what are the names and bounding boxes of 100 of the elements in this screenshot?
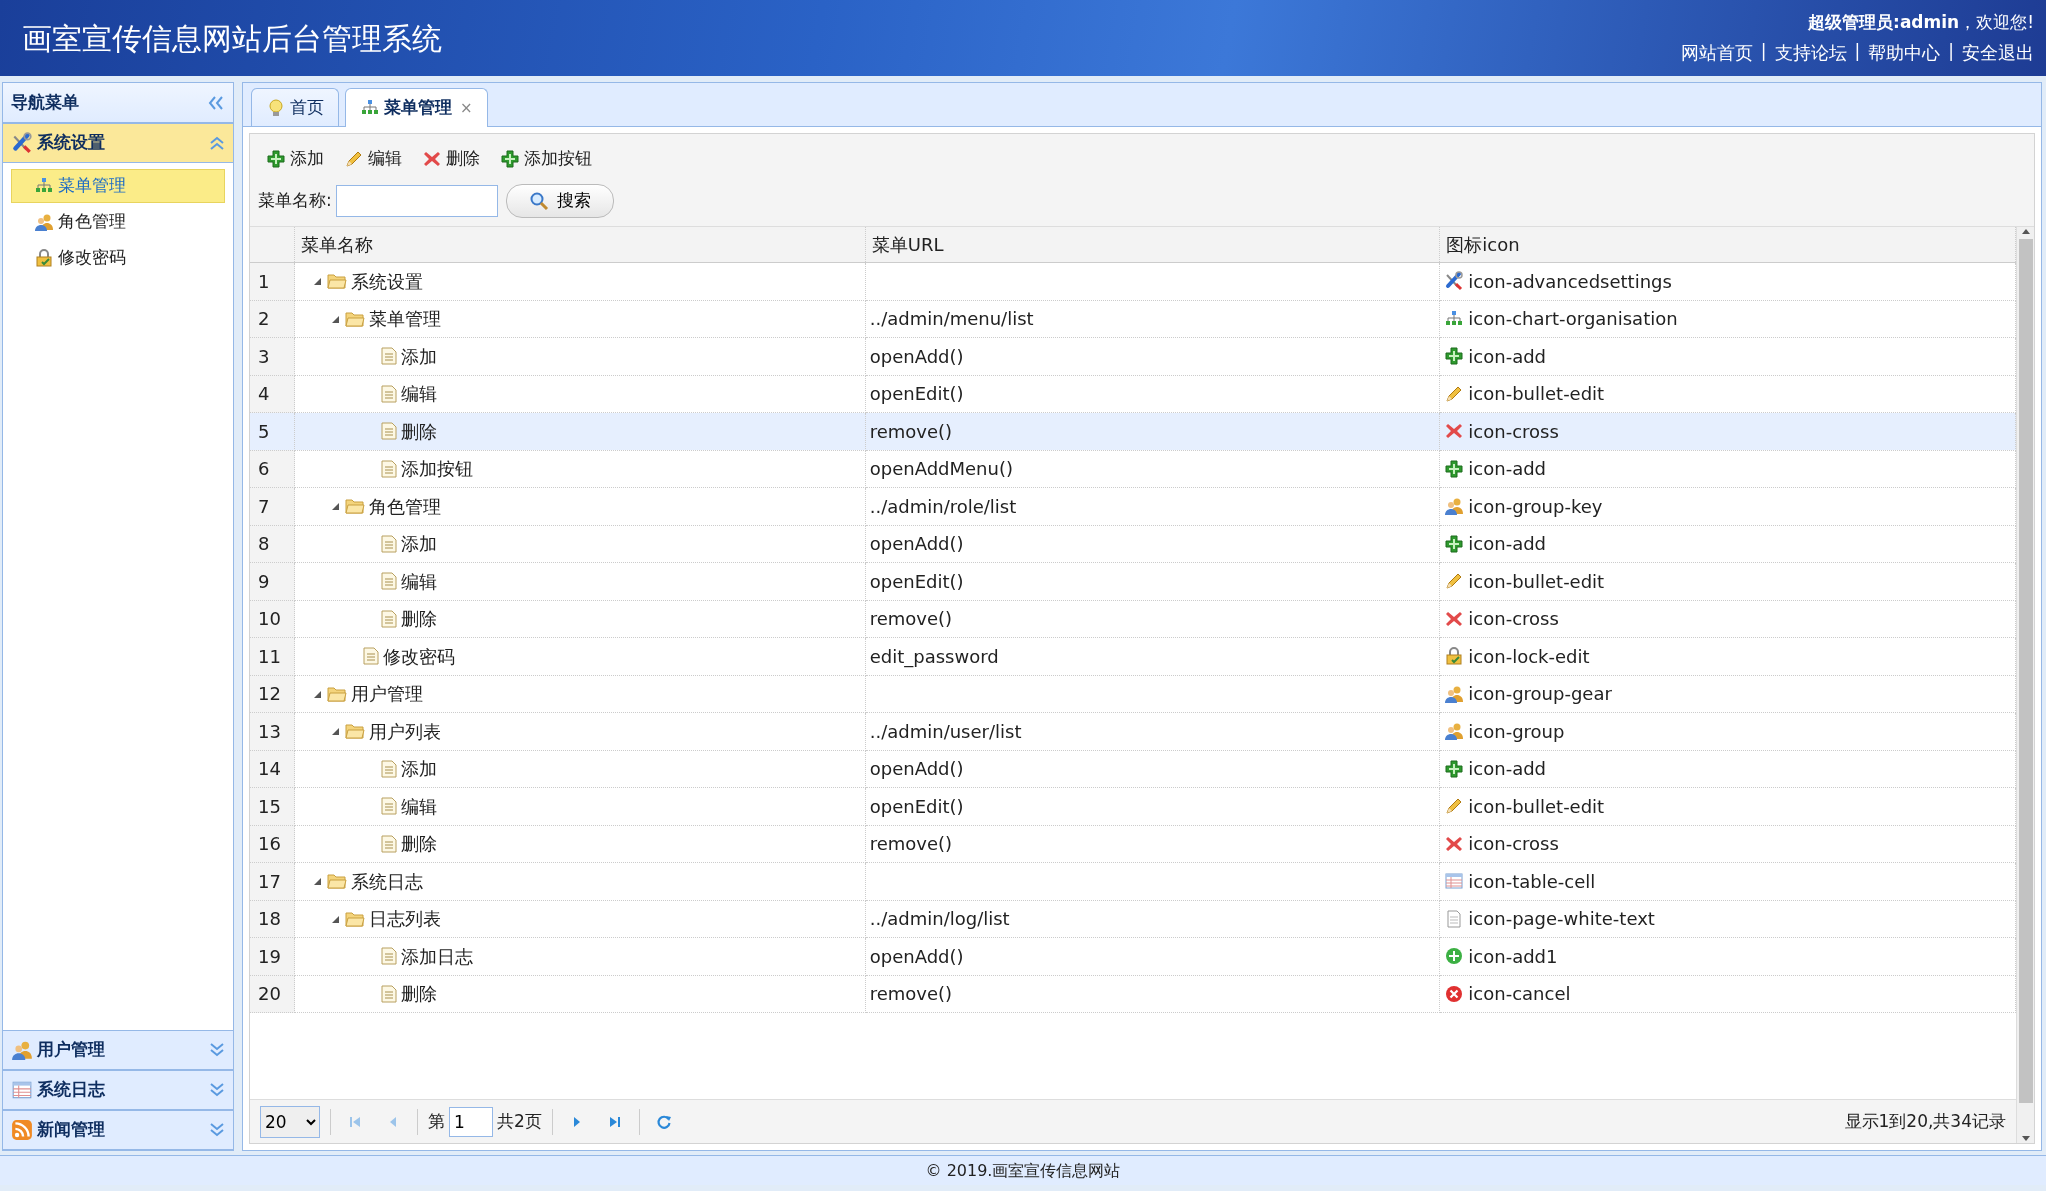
icon-name-text: icon-add bbox=[1468, 757, 1547, 782]
row-number: 13 bbox=[250, 712, 295, 750]
sidebar-item[interactable]: 角色管理 bbox=[11, 205, 225, 239]
header-link[interactable]: 支持论坛 bbox=[1774, 39, 1847, 67]
file-icon bbox=[381, 834, 398, 853]
row-number: 14 bbox=[250, 750, 295, 788]
tree-node[interactable]: 用户列表 bbox=[294, 712, 866, 750]
tree-node[interactable]: 编辑 bbox=[294, 787, 866, 825]
search-label: 菜单名称: bbox=[258, 188, 332, 212]
separator-text: | bbox=[1948, 40, 1954, 64]
row-number: 11 bbox=[250, 637, 295, 675]
toolbar-button[interactable]: 删除 bbox=[414, 142, 488, 176]
expand-icon[interactable] bbox=[209, 1082, 225, 1098]
separator-text: | bbox=[1760, 40, 1767, 64]
scroll-thumb[interactable] bbox=[2018, 238, 2033, 1103]
site-title: 画室宣传信息网站后台管理系统 bbox=[22, 19, 442, 58]
panel-title: 导航菜单 bbox=[11, 90, 79, 114]
row-number: 16 bbox=[250, 825, 295, 863]
accordion-header[interactable]: 用户管理 bbox=[3, 1030, 233, 1070]
tree-node[interactable]: 系统日志 bbox=[294, 862, 866, 900]
tree-node[interactable]: 添加 bbox=[294, 525, 866, 563]
expand-icon[interactable] bbox=[209, 1122, 225, 1138]
tree-node[interactable]: 编辑 bbox=[294, 375, 866, 413]
plus-icon bbox=[1444, 533, 1465, 554]
column-header[interactable]: 图标icon bbox=[1439, 226, 2016, 263]
sidebar-item[interactable]: 修改密码 bbox=[11, 241, 225, 275]
tab[interactable]: 菜单管理 × bbox=[345, 88, 488, 127]
accordion-header[interactable]: 系统日志 bbox=[3, 1070, 233, 1110]
icon-name-text: icon-add bbox=[1468, 532, 1547, 557]
plus-icon bbox=[500, 148, 520, 169]
icon-name-text: icon-group-key bbox=[1468, 494, 1603, 519]
folder-icon bbox=[327, 872, 348, 891]
file-icon bbox=[381, 534, 398, 553]
toolbar-button[interactable]: 添加 bbox=[258, 142, 332, 176]
accordion-header[interactable]: 新闻管理 bbox=[3, 1110, 233, 1150]
folder-icon bbox=[345, 909, 366, 928]
header-link[interactable]: 网站首页 bbox=[1680, 39, 1753, 67]
icon-name-text: icon-page-white-text bbox=[1468, 907, 1655, 932]
icon-name-text: icon-group-gear bbox=[1468, 682, 1612, 707]
expand-icon[interactable] bbox=[209, 1042, 225, 1058]
icon-name-text: icon-cross bbox=[1468, 607, 1559, 632]
row-number: 5 bbox=[250, 412, 295, 450]
scrollbar[interactable] bbox=[2016, 226, 2034, 1143]
url-cell: openAdd() bbox=[865, 937, 1440, 975]
tree-node[interactable]: 修改密码 bbox=[294, 637, 866, 675]
row-number: 18 bbox=[250, 900, 295, 938]
url-cell: edit_password bbox=[865, 637, 1440, 675]
tab[interactable]: 首页 bbox=[251, 88, 339, 126]
separator-text: | bbox=[1854, 40, 1861, 64]
url-cell: openAdd() bbox=[865, 337, 1440, 375]
toolbar-button[interactable]: 添加按钮 bbox=[492, 142, 600, 176]
icon-name-text: icon-lock-edit bbox=[1468, 644, 1590, 669]
file-icon bbox=[381, 572, 398, 591]
tree-node[interactable]: 删除 bbox=[294, 975, 866, 1013]
tree-node[interactable]: 删除 bbox=[294, 825, 866, 863]
tree-node[interactable]: 系统设置 bbox=[294, 262, 866, 300]
search-button[interactable]: 搜索 bbox=[505, 183, 614, 218]
header-link[interactable]: 安全退出 bbox=[1962, 39, 2034, 67]
row-number: 3 bbox=[250, 337, 295, 375]
tree-node[interactable]: 菜单管理 bbox=[294, 300, 866, 338]
file-icon bbox=[363, 647, 380, 666]
close-icon[interactable]: × bbox=[460, 96, 473, 120]
tree-node[interactable]: 角色管理 bbox=[294, 487, 866, 525]
page-size-select[interactable]: 20 bbox=[260, 1105, 320, 1138]
column-header[interactable]: 菜单URL bbox=[865, 226, 1440, 263]
page-number-field[interactable]: 1 bbox=[449, 1106, 493, 1137]
header-link[interactable]: 帮助中心 bbox=[1868, 39, 1941, 67]
url-cell: openAdd() bbox=[865, 750, 1440, 788]
sidebar-item[interactable]: 菜单管理 bbox=[11, 169, 225, 203]
tree-node[interactable]: 日志列表 bbox=[294, 900, 866, 938]
tree-node[interactable]: 删除 bbox=[294, 412, 866, 450]
row-number: 8 bbox=[250, 525, 295, 563]
file-icon bbox=[381, 609, 398, 628]
row-number: 2 bbox=[250, 300, 295, 338]
plus-icon bbox=[1444, 346, 1465, 367]
column-header[interactable]: 菜单名称 bbox=[294, 226, 866, 263]
accordion-header[interactable]: 系统设置 bbox=[3, 123, 233, 163]
icon-name-text: icon-chart-organisation bbox=[1468, 307, 1678, 332]
people-icon bbox=[34, 212, 54, 232]
tree-node[interactable]: 用户管理 bbox=[294, 675, 866, 713]
tree-node[interactable]: 删除 bbox=[294, 600, 866, 638]
scroll-down-icon[interactable] bbox=[2020, 1135, 2031, 1143]
tree-node[interactable]: 添加 bbox=[294, 337, 866, 375]
collapse-icon[interactable] bbox=[209, 135, 225, 151]
collapse-icon[interactable] bbox=[207, 94, 225, 111]
url-cell: ../admin/log/list bbox=[865, 900, 1440, 938]
icon-name-text: icon-bullet-edit bbox=[1468, 382, 1605, 407]
toolbar-button[interactable]: 编辑 bbox=[336, 142, 410, 176]
tree-node[interactable]: 添加 bbox=[294, 750, 866, 788]
tree-node[interactable]: 添加日志 bbox=[294, 937, 866, 975]
row-number: 19 bbox=[250, 937, 295, 975]
page-total-text: 共2页 bbox=[497, 1109, 542, 1133]
icon-name-text: icon-cross bbox=[1468, 419, 1559, 444]
tools-icon bbox=[1444, 271, 1465, 292]
search-field[interactable] bbox=[335, 184, 498, 217]
row-number: 12 bbox=[250, 675, 295, 713]
file-icon bbox=[381, 947, 398, 966]
footer-text: © 2019.画室宣传信息网站 bbox=[925, 1159, 1121, 1182]
tree-node[interactable]: 编辑 bbox=[294, 562, 866, 600]
tree-node[interactable]: 添加按钮 bbox=[294, 450, 866, 488]
